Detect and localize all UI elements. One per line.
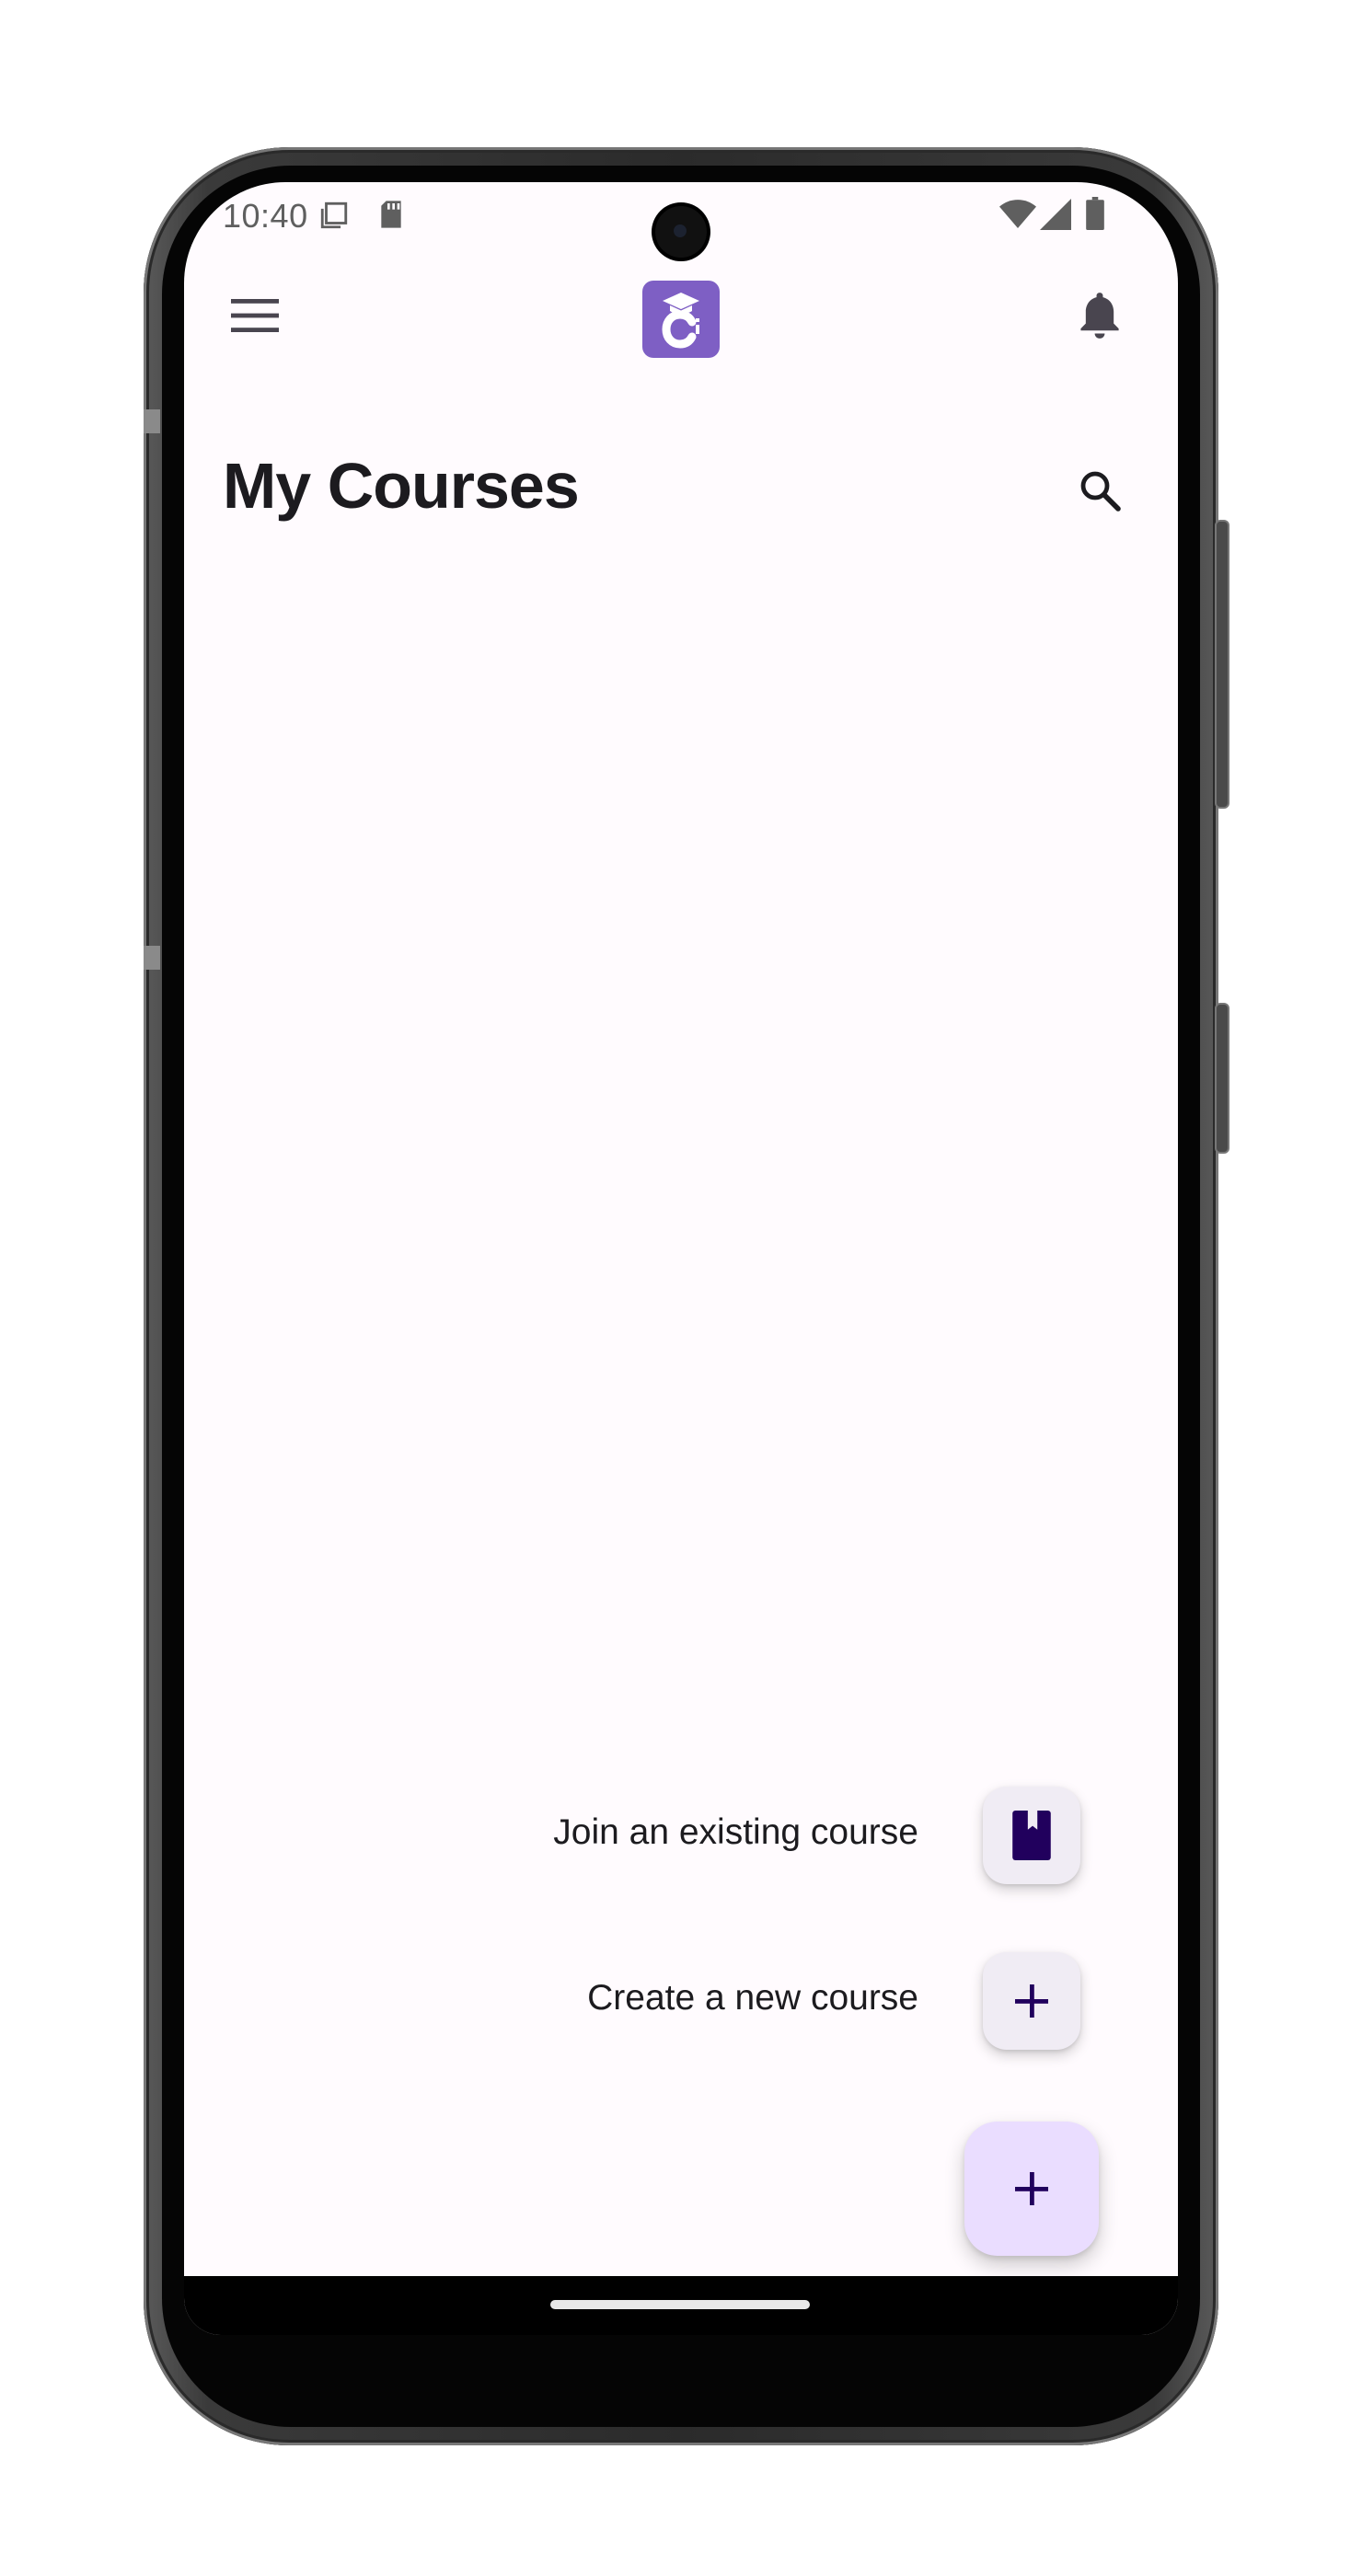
sd-card-icon [381, 201, 401, 228]
phone-antenna-mark [144, 946, 160, 970]
bookmark-book-icon [1012, 1811, 1051, 1860]
signal-icon [1040, 199, 1071, 230]
course-list [184, 569, 1178, 1728]
join-course-button[interactable] [983, 1787, 1080, 1884]
plus-icon [1015, 1984, 1048, 2018]
graduation-cap-logo [662, 293, 699, 349]
search-icon [1080, 471, 1121, 512]
front-camera [655, 206, 707, 258]
copy-icon [320, 201, 348, 229]
battery-icon [1086, 197, 1104, 230]
menu-icon [231, 299, 279, 332]
volume-button [1215, 1003, 1229, 1154]
notifications-button[interactable] [1068, 283, 1132, 348]
search-button[interactable] [1068, 458, 1132, 523]
join-course-option[interactable]: Join an existing course [184, 1787, 1178, 1888]
wifi-icon [999, 200, 1036, 228]
join-course-label: Join an existing course [553, 1812, 918, 1852]
menu-button[interactable] [223, 283, 287, 348]
screen: 10:40 My Courses Join an existing course… [184, 182, 1178, 2335]
status-time: 10:40 [223, 197, 308, 235]
page-title: My Courses [223, 450, 580, 522]
create-course-label: Create a new course [587, 1978, 918, 2018]
main-fab-button[interactable] [964, 2122, 1099, 2256]
home-gesture-handle[interactable] [550, 2300, 810, 2309]
page: 10:40 My Courses Join an existing course… [0, 0, 1362, 2576]
plus-icon [1015, 2172, 1048, 2205]
phone-antenna-mark [144, 409, 160, 433]
top-app-bar [184, 256, 1178, 375]
status-bar: 10:40 [184, 182, 1178, 258]
bell-icon [1080, 293, 1119, 339]
navigation-bar [184, 2276, 1178, 2335]
create-course-button[interactable] [983, 1952, 1080, 2050]
power-button [1215, 520, 1229, 809]
create-course-option[interactable]: Create a new course [184, 1952, 1178, 2053]
app-logo [642, 281, 720, 358]
